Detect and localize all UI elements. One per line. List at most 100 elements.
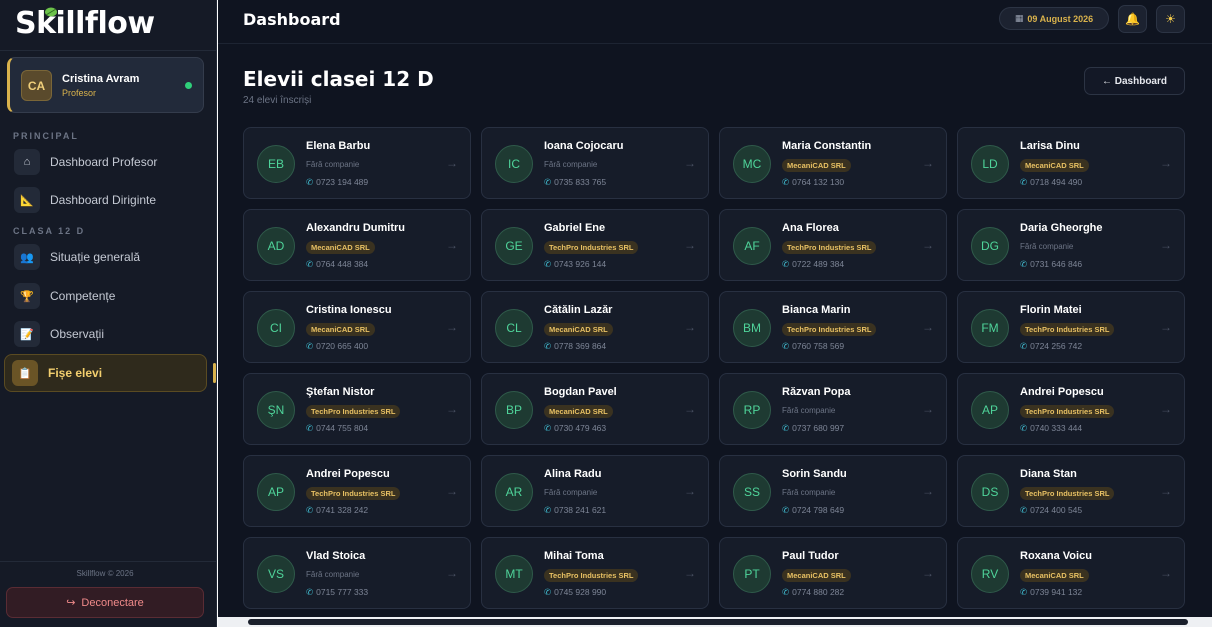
student-card[interactable]: MC Maria Constantin MecaniCAD SRL ✆ 0764 132… [719, 127, 947, 199]
phone-icon: ✆ [1020, 177, 1028, 187]
no-company-label: Fără companie [782, 488, 836, 497]
company-badge: MecaniCAD SRL [782, 569, 851, 582]
arrow-right-icon: → [684, 156, 696, 170]
back-to-dashboard-button[interactable]: ← Dashboard [1084, 67, 1185, 95]
horizontal-scrollbar-thumb[interactable] [248, 619, 1188, 625]
student-name: Alexandru Dumitru [306, 222, 406, 234]
sidebar-item-observatii[interactable]: 📝 Observații [7, 319, 207, 349]
student-name: Maria Constantin [782, 140, 872, 152]
phone-icon: ✆ [782, 587, 790, 597]
student-card[interactable]: CI Cristina Ionescu MecaniCAD SRL ✆ 0720 665… [243, 291, 471, 363]
theme-toggle-button[interactable]: ☀ [1156, 5, 1185, 33]
logout-button[interactable]: ↪ Deconectare [6, 587, 204, 618]
user-profile-card[interactable]: CA Cristina Avram Profesor [7, 57, 204, 113]
student-card[interactable]: DG Daria Gheorghe Fără companie ✆ 0731 646 8… [957, 209, 1185, 281]
phone-number: 0737 680 997 [792, 423, 845, 433]
student-card[interactable]: AD Alexandru Dumitru MecaniCAD SRL ✆ 0764 44… [243, 209, 471, 281]
student-card[interactable]: AF Ana Florea TechPro Industries SRL ✆ 0722 … [719, 209, 947, 281]
company-badge: MecaniCAD SRL [306, 241, 375, 254]
section-label-principal: PRINCIPAL [13, 131, 79, 141]
student-card[interactable]: RV Roxana Voicu MecaniCAD SRL ✆ 0739 941 132… [957, 537, 1185, 609]
logout-icon: ↪ [66, 597, 76, 609]
online-status-icon [185, 82, 192, 89]
sidebar-item-dashboard-diriginte[interactable]: 📐 Dashboard Diriginte [7, 185, 207, 215]
phone-number: 0744 755 804 [316, 423, 369, 433]
student-name: Andrei Popescu [306, 468, 390, 480]
student-name: Larisa Dinu [1020, 140, 1080, 152]
phone-icon: ✆ [782, 177, 790, 187]
student-card[interactable]: AP Andrei Popescu TechPro Industries SRL ✆ 0… [243, 455, 471, 527]
student-card[interactable]: MT Mihai Toma TechPro Industries SRL ✆ 0745 … [481, 537, 709, 609]
sidebar-item-competente[interactable]: 🏆 Competențe [7, 281, 207, 311]
sidebar-item-situatie-generala[interactable]: 👥 Situație generală [7, 242, 207, 272]
student-name: Cristina Ionescu [306, 304, 392, 316]
sidebar-item-fise-elevi[interactable]: 📋 Fișe elevi [4, 354, 207, 392]
student-phone: ✆ 0774 880 282 [782, 587, 844, 598]
sidebar-item-dashboard-profesor[interactable]: ⌂ Dashboard Profesor [7, 147, 207, 177]
student-card[interactable]: VS Vlad Stoica Fără companie ✆ 0715 777 333 → [243, 537, 471, 609]
student-avatar: GE [495, 227, 533, 265]
arrow-right-icon: → [922, 320, 934, 334]
student-avatar: AP [257, 473, 295, 511]
company-badge: TechPro Industries SRL [544, 569, 639, 582]
ruler-triangle-icon: 📐 [14, 187, 40, 213]
company-badge: TechPro Industries SRL [782, 323, 877, 336]
company-badge: MecaniCAD SRL [1020, 569, 1089, 582]
student-name: Bogdan Pavel [544, 386, 617, 398]
student-card[interactable]: BP Bogdan Pavel MecaniCAD SRL ✆ 0730 479 463… [481, 373, 709, 445]
student-card[interactable]: AR Alina Radu Fără companie ✆ 0738 241 621 → [481, 455, 709, 527]
student-phone: ✆ 0743 926 144 [544, 259, 606, 270]
trophy-icon: 🏆 [14, 283, 40, 309]
student-card[interactable]: RP Răzvan Popa Fără companie ✆ 0737 680 997 → [719, 373, 947, 445]
no-company-label: Fără companie [306, 570, 360, 579]
no-company-label: Fără companie [1020, 242, 1074, 251]
phone-icon: ✆ [544, 259, 552, 269]
student-name: Elena Barbu [306, 140, 371, 152]
student-card[interactable]: CL Cătălin Lazăr MecaniCAD SRL ✆ 0778 369 86… [481, 291, 709, 363]
app-logo[interactable]: Skillflow [15, 6, 155, 41]
phone-number: 0724 256 742 [1030, 341, 1083, 351]
sidebar-divider [0, 50, 217, 51]
arrow-right-icon: → [922, 484, 934, 498]
arrow-right-icon: → [922, 566, 934, 580]
student-card[interactable]: AP Andrei Popescu TechPro Industries SRL ✆ 0… [957, 373, 1185, 445]
company-badge: MecaniCAD SRL [1020, 159, 1089, 172]
phone-icon: ✆ [1020, 341, 1028, 351]
student-card[interactable]: ŞN Ştefan Nistor TechPro Industries SRL ✆ 07… [243, 373, 471, 445]
student-avatar: MC [733, 145, 771, 183]
student-card[interactable]: DS Diana Stan TechPro Industries SRL ✆ 0724 … [957, 455, 1185, 527]
arrow-right-icon: → [922, 238, 934, 252]
sidebar-item-label: Situație generală [50, 250, 141, 264]
no-company-label: Fără companie [544, 488, 598, 497]
no-company-label: Fără companie [782, 406, 836, 415]
student-card[interactable]: PT Paul Tudor MecaniCAD SRL ✆ 0774 880 282 → [719, 537, 947, 609]
company-badge: MecaniCAD SRL [306, 323, 375, 336]
topbar: Dashboard ▦ 09 August 2026 🔔 ☀ [218, 0, 1212, 44]
calendar-icon: ▦ [1014, 13, 1024, 23]
phone-icon: ✆ [544, 423, 552, 433]
student-avatar: FM [971, 309, 1009, 347]
student-card[interactable]: BM Bianca Marin TechPro Industries SRL ✆ 076… [719, 291, 947, 363]
arrow-right-icon: → [1160, 320, 1172, 334]
arrow-right-icon: → [922, 156, 934, 170]
student-grid: EB Elena Barbu Fără companie ✆ 0723 194 489 →… [243, 127, 1185, 609]
student-card[interactable]: GE Gabriel Ene TechPro Industries SRL ✆ 0743… [481, 209, 709, 281]
student-card[interactable]: LD Larisa Dinu MecaniCAD SRL ✆ 0718 494 490 → [957, 127, 1185, 199]
sidebar-footer-divider [0, 561, 217, 562]
student-card[interactable]: EB Elena Barbu Fără companie ✆ 0723 194 489 → [243, 127, 471, 199]
active-nav-indicator [213, 363, 216, 383]
student-card[interactable]: FM Florin Matei TechPro Industries SRL ✆ 072… [957, 291, 1185, 363]
student-phone: ✆ 0730 479 463 [544, 423, 606, 434]
phone-number: 0764 132 130 [792, 177, 845, 187]
phone-icon: ✆ [782, 505, 790, 515]
company-badge: TechPro Industries SRL [1020, 323, 1115, 336]
phone-number: 0718 494 490 [1030, 177, 1083, 187]
student-card[interactable]: SS Sorin Sandu Fără companie ✆ 0724 798 649 → [719, 455, 947, 527]
sidebar-item-label: Observații [50, 327, 105, 341]
student-card[interactable]: IC Ioana Cojocaru Fără companie ✆ 0735 833 7… [481, 127, 709, 199]
arrow-right-icon: → [1160, 238, 1172, 252]
phone-icon: ✆ [1020, 423, 1028, 433]
notifications-button[interactable]: 🔔 [1118, 5, 1147, 33]
phone-number: 0774 880 282 [792, 587, 845, 597]
company-badge: MecaniCAD SRL [544, 323, 613, 336]
